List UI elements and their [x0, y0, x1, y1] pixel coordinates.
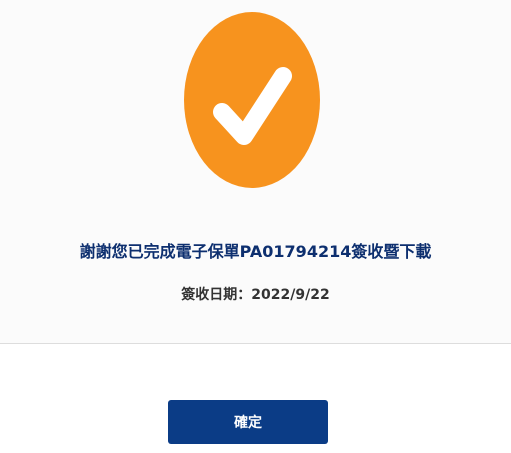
section-divider [0, 343, 511, 344]
content-panel: 謝謝您已完成電子保單PA01794214簽收暨下載 簽收日期：2022/9/22 [0, 0, 511, 343]
sign-complete-dialog: 謝謝您已完成電子保單PA01794214簽收暨下載 簽收日期：2022/9/22… [0, 0, 511, 453]
check-mark-icon [213, 67, 292, 145]
completion-message: 謝謝您已完成電子保單PA01794214簽收暨下載 [79, 242, 432, 261]
confirm-button[interactable]: 確定 [168, 400, 328, 444]
sign-date: 簽收日期：2022/9/22 [181, 287, 330, 303]
check-circle-icon [184, 12, 320, 188]
